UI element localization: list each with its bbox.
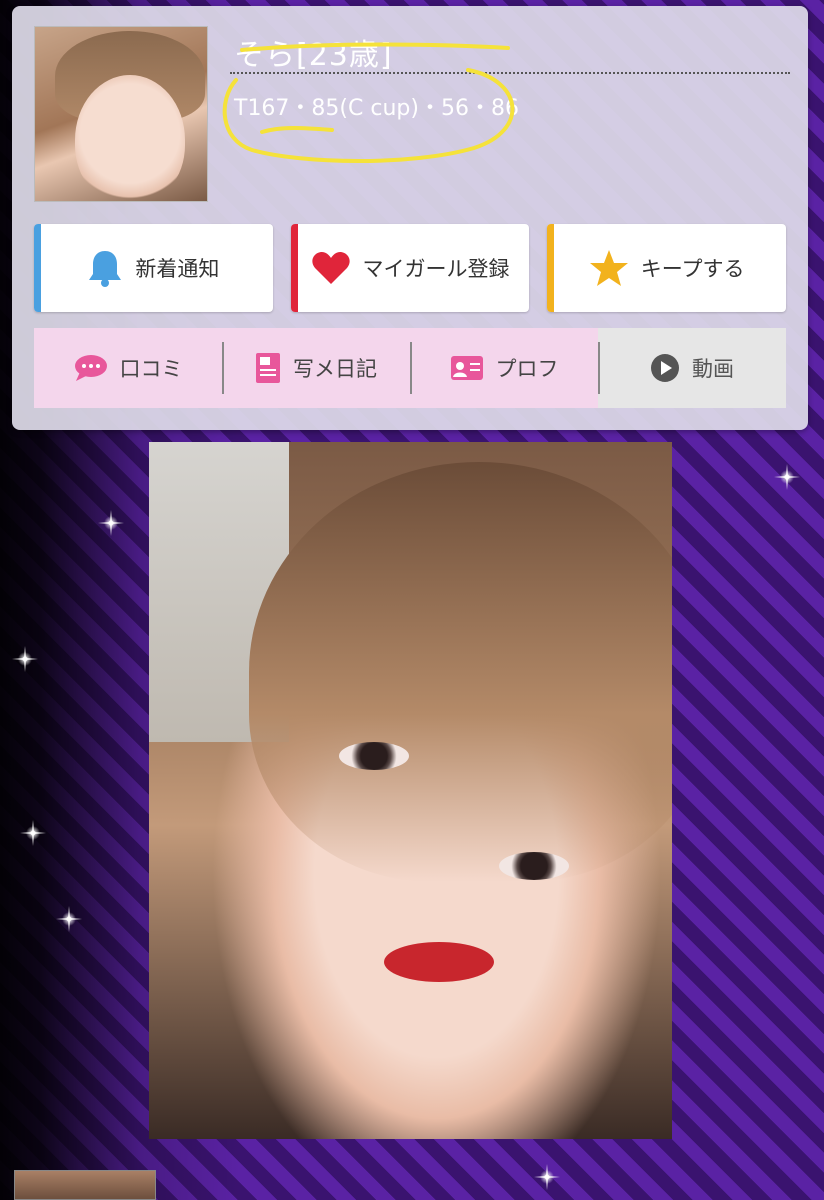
tab-reviews[interactable]: 口コミ [34,328,222,408]
bell-icon [89,251,122,287]
tab-photo-diary[interactable]: 写メ日記 [222,328,410,408]
action-buttons: 新着通知 マイガール登録 キープする [34,224,787,312]
diary-icon [256,353,280,383]
sparkle-icon [104,510,118,536]
speech-bubble-icon [74,355,107,381]
tab-profile-label: プロフ [495,357,559,381]
lips [384,942,494,982]
profile-name: そら[23歳] [234,38,393,73]
keep-button[interactable]: キープする [547,224,787,312]
sparkle-icon [26,820,40,846]
sparkle-icon [62,906,76,932]
eye [339,742,409,770]
sparkle-icon [540,1164,554,1190]
name-row: そら[23歳] [230,26,790,74]
profile-tabs: 口コミ 写メ日記 プロフ 動画 [34,328,786,408]
hair [249,462,672,882]
play-icon [651,354,679,382]
eye [499,852,569,880]
keep-label: キープする [640,257,745,281]
profile-thumbnail[interactable] [34,26,208,202]
notification-button[interactable]: 新着通知 [34,224,273,312]
tab-reviews-label: 口コミ [119,357,183,381]
notification-label: 新着通知 [135,257,220,281]
next-thumbnail[interactable] [14,1170,156,1200]
my-girl-register-button[interactable]: マイガール登録 [290,224,530,312]
tab-photo-diary-label: 写メ日記 [293,357,377,381]
tab-video-label: 動画 [692,357,734,381]
star-icon [589,250,628,286]
sparkle-icon [780,464,794,490]
main-profile-photo[interactable] [149,442,672,1139]
profile-card-icon [450,356,483,380]
profile-header-panel: そら[23歳] T167・85(C cup)・56・86 新着通知 マイガール登… [12,6,808,430]
tab-video[interactable]: 動画 [598,328,786,408]
my-girl-register-label: マイガール登録 [362,257,510,281]
sparkle-icon [18,646,32,672]
heart-icon [311,252,350,284]
tab-profile[interactable]: プロフ [410,328,598,408]
profile-stats: T167・85(C cup)・56・86 [234,96,519,121]
